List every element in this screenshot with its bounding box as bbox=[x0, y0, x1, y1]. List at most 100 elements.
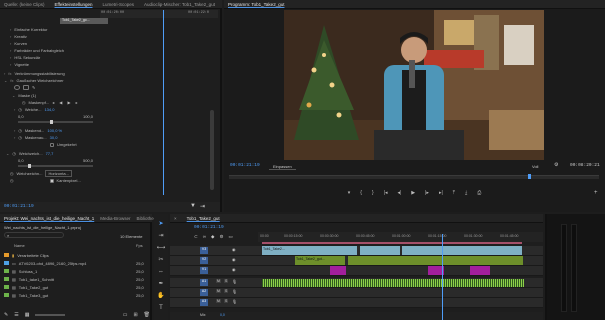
project-search-input[interactable]: ⌕ bbox=[4, 232, 64, 238]
mask-track-controls[interactable]: ◂ ◀ ▶ ▸ bbox=[52, 100, 80, 105]
list-view-icon[interactable]: ☰ bbox=[14, 312, 18, 318]
ec-clip-bar[interactable]: Tob1_Take2_go... bbox=[60, 18, 108, 24]
pen-tool-icon[interactable]: ✒ bbox=[156, 280, 166, 289]
clip-v2[interactable]: Tob1_Take2_gut... bbox=[295, 256, 345, 265]
chevron-right-icon[interactable]: › bbox=[10, 62, 11, 67]
track-target[interactable]: A3 bbox=[200, 299, 208, 306]
type-tool-icon[interactable]: T bbox=[156, 304, 166, 313]
track-target[interactable]: V2 bbox=[200, 257, 208, 264]
ripple-edit-tool-icon[interactable]: ⟷ bbox=[156, 244, 166, 253]
linked-icon[interactable]: ∞ bbox=[203, 234, 206, 240]
chevron-down-icon[interactable]: ⌄ bbox=[6, 151, 9, 156]
prop-value[interactable]: 100,0 % bbox=[47, 128, 62, 133]
track-v3[interactable]: V3 ◉ Tob1_Take2... bbox=[170, 246, 543, 256]
solo-button[interactable]: S bbox=[224, 289, 229, 293]
audio-waveform[interactable] bbox=[262, 279, 524, 287]
in-out-range[interactable] bbox=[262, 242, 522, 244]
effect-row[interactable]: › fx Verkrümmungsstabilisierung bbox=[4, 70, 65, 77]
effect-row[interactable]: › HSL Sekundär bbox=[10, 54, 40, 61]
ec-current-timecode[interactable]: 00:01:21:19 bbox=[4, 204, 34, 209]
feather-slider[interactable] bbox=[18, 120, 93, 124]
clip-v3-c[interactable] bbox=[402, 246, 522, 255]
fx-icon[interactable]: fx bbox=[10, 78, 13, 83]
blurriness-slider-thumb[interactable] bbox=[28, 164, 31, 168]
quality-dropdown[interactable]: Voll bbox=[532, 164, 538, 169]
clip-v3-b[interactable] bbox=[360, 246, 400, 255]
mark-out-icon[interactable]: { bbox=[360, 190, 362, 200]
slip-tool-icon[interactable]: ⇔ bbox=[156, 268, 166, 277]
captions-icon[interactable]: ▭ bbox=[229, 234, 233, 240]
wrench-icon[interactable]: ⚙ bbox=[219, 234, 223, 240]
stopwatch-icon[interactable]: ◷ bbox=[18, 107, 22, 112]
play-icon[interactable]: ▶ bbox=[411, 190, 415, 200]
clip-v2-b[interactable] bbox=[348, 256, 523, 265]
list-item[interactable]: ▭ ATV6203-ohd_4896_2160_25fps.mp4 25,0 bbox=[4, 259, 144, 267]
program-playhead-marker[interactable] bbox=[528, 174, 531, 179]
tab-project[interactable]: Projekt: Wei_nachts_ist_die_heilige_Nach… bbox=[4, 216, 94, 221]
column-name-header[interactable]: Name bbox=[14, 243, 25, 248]
effect-row[interactable]: › Einfache Korrektur bbox=[10, 26, 47, 33]
edge-pixels-checkbox[interactable] bbox=[49, 178, 54, 183]
eye-icon[interactable]: ◉ bbox=[232, 267, 236, 272]
track-target[interactable]: V3 bbox=[200, 247, 208, 254]
stopwatch-icon[interactable]: ◷ bbox=[22, 100, 26, 105]
track-target[interactable]: A2 bbox=[200, 289, 208, 296]
track-a2[interactable]: A2 M S 🎙 bbox=[170, 288, 543, 298]
stopwatch-icon[interactable]: ◷ bbox=[18, 128, 22, 133]
wrench-icon[interactable]: ⚙ bbox=[554, 162, 558, 168]
effect-row[interactable]: › Farbräder und Farbabgleich bbox=[10, 47, 64, 54]
chevron-right-icon[interactable]: › bbox=[4, 71, 5, 76]
ec-scrollbar[interactable] bbox=[210, 110, 214, 190]
new-bin-icon[interactable]: ▭ bbox=[123, 312, 128, 318]
track-a3[interactable]: A3 M S 🎙 bbox=[170, 298, 543, 308]
rectangle-mask-icon[interactable] bbox=[23, 85, 29, 90]
blurriness-slider[interactable] bbox=[18, 164, 93, 168]
column-fps-header[interactable]: Fps bbox=[136, 243, 143, 248]
timeline-playhead[interactable] bbox=[442, 234, 443, 320]
effect-row[interactable]: › Kreativ bbox=[10, 33, 27, 40]
program-timecode[interactable]: 00:01:21:19 bbox=[230, 163, 260, 168]
track-v1[interactable]: V1 ◉ bbox=[170, 266, 543, 276]
zoom-slider[interactable] bbox=[35, 314, 66, 316]
eye-icon[interactable]: ◉ bbox=[232, 247, 236, 252]
solo-button[interactable]: S bbox=[224, 299, 229, 303]
ec-playhead[interactable] bbox=[163, 10, 164, 195]
mute-button[interactable]: M bbox=[216, 289, 221, 293]
tab-lumetri-scopes[interactable]: Lumetri-Scopes bbox=[102, 2, 134, 7]
step-back-icon[interactable]: |◂ bbox=[384, 190, 388, 200]
list-item[interactable]: ▤ Tob1_Take3_gut 25,0 bbox=[4, 291, 144, 299]
program-scrubber[interactable] bbox=[229, 175, 599, 179]
mark-in-icon[interactable]: ▾ bbox=[348, 190, 351, 200]
effect-row[interactable]: › Vignette bbox=[10, 61, 29, 68]
clip-v1-c[interactable] bbox=[470, 266, 490, 275]
new-item-icon[interactable]: ⊞ bbox=[133, 312, 137, 318]
master-value[interactable]: 0,0 bbox=[220, 313, 225, 317]
ellipse-mask-icon[interactable] bbox=[14, 85, 20, 90]
pencil-icon[interactable]: ✎ bbox=[4, 312, 8, 318]
chevron-right-icon[interactable]: › bbox=[14, 107, 15, 112]
eye-icon[interactable]: ◉ bbox=[232, 257, 236, 262]
mask-feather-value[interactable]: 134,0 bbox=[44, 107, 54, 112]
mask-row[interactable]: ⌄ Maske (1) bbox=[12, 92, 36, 99]
filter-icon[interactable]: ▼ bbox=[190, 203, 196, 209]
chevron-right-icon[interactable]: › bbox=[10, 48, 11, 53]
go-to-in-icon[interactable]: } bbox=[372, 190, 374, 200]
marker-icon[interactable]: ◆ bbox=[211, 234, 214, 240]
selection-tool-icon[interactable]: ➤ bbox=[156, 220, 166, 229]
pen-icon[interactable]: ✎ bbox=[32, 85, 35, 90]
blur-dims-select[interactable]: Horizonta... bbox=[45, 170, 72, 177]
track-target[interactable]: A1 bbox=[200, 279, 208, 286]
close-icon[interactable]: × bbox=[174, 216, 177, 221]
chevron-right-icon[interactable]: › bbox=[14, 128, 15, 133]
list-item[interactable]: ▤ Tob1_take1_Schnitt 25,0 bbox=[4, 275, 144, 283]
fit-dropdown[interactable]: Einpassen bbox=[269, 164, 296, 170]
mic-icon[interactable]: 🎙 bbox=[232, 299, 237, 304]
list-item[interactable]: ▤ Tob1_Take2_gut 25,0 bbox=[4, 283, 144, 291]
stopwatch-icon[interactable]: ◷ bbox=[10, 171, 14, 176]
timeline-timecode[interactable]: 00:01:21:19 bbox=[194, 225, 224, 230]
snap-icon[interactable]: ⊂ bbox=[194, 234, 198, 240]
camera-icon[interactable]: ⎙ bbox=[477, 190, 481, 200]
track-select-tool-icon[interactable]: ⇥ bbox=[156, 232, 166, 241]
extract-icon[interactable]: ⤓ bbox=[465, 190, 467, 200]
tab-sequence[interactable]: Tob1_Take2_gut bbox=[187, 216, 220, 221]
